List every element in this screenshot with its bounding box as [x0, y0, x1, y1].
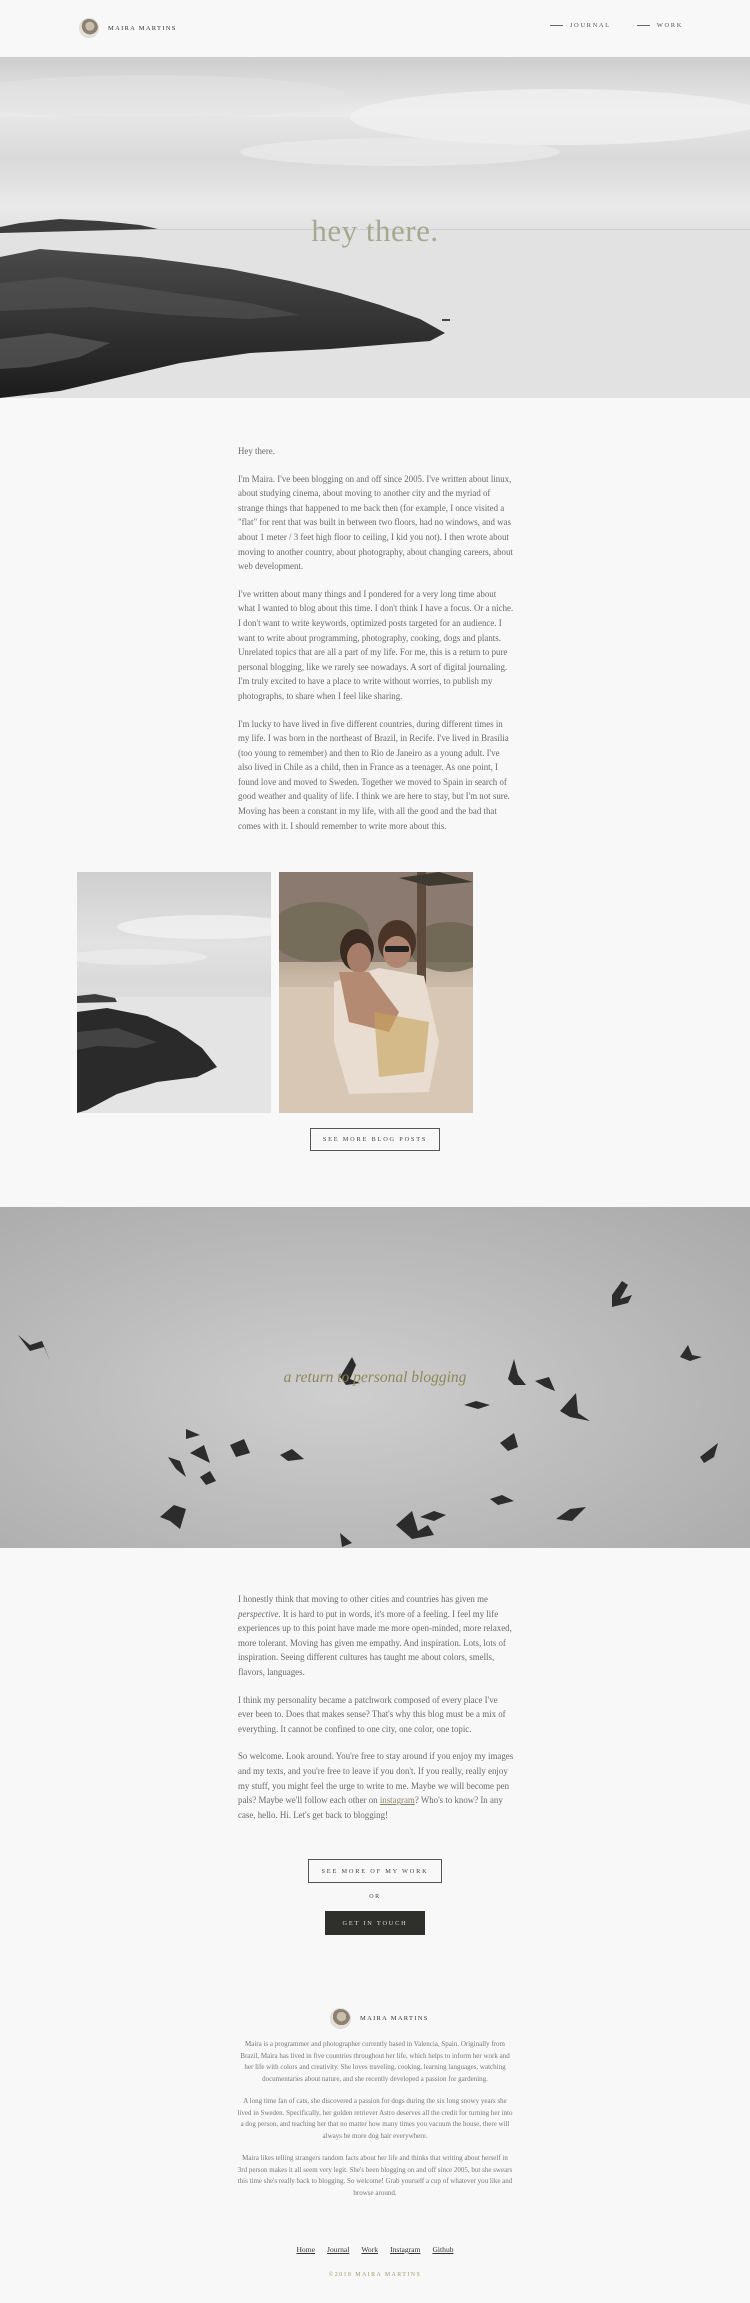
site-logo-link[interactable]: MAIRA MARTINS: [79, 18, 177, 38]
instagram-link[interactable]: instagram: [380, 1795, 415, 1805]
footer-link-work[interactable]: Work: [361, 2245, 378, 2254]
greeting: Hey there.: [238, 446, 275, 456]
see-more-blog-posts-button[interactable]: SEE MORE BLOG POSTS: [310, 1128, 440, 1151]
outro-article: I honestly think that moving to other ci…: [238, 1592, 514, 1835]
couple-image: [279, 872, 473, 1113]
footer-bio: Maira is a programmer and photographer c…: [237, 2039, 513, 2210]
hero-title: hey there.: [311, 213, 439, 248]
paragraph: I've written about many things and I pon…: [238, 588, 514, 701]
paragraph: So welcome. Look around. You're free to …: [238, 1749, 514, 1822]
main-nav: JOURNAL WORK: [549, 22, 683, 29]
footer-logo: MAIRA MARTINS: [330, 2008, 429, 2029]
site-header: MAIRA MARTINS JOURNAL WORK: [0, 0, 750, 57]
hero-image: hey there.: [0, 57, 750, 398]
nav-item-work[interactable]: WORK: [636, 22, 683, 29]
dash-icon: [636, 25, 650, 26]
paragraph: I honestly think that moving to other ci…: [238, 1592, 514, 1680]
dash-icon: [549, 25, 563, 26]
footer-site-name: MAIRA MARTINS: [360, 2015, 429, 2022]
birds-banner: a return to personal blogging: [0, 1207, 750, 1548]
paragraph: I'm Maira. I've been blogging on and off…: [238, 473, 513, 572]
site-name: MAIRA MARTINS: [108, 24, 177, 32]
paragraph: I'm lucky to have lived in five differen…: [238, 718, 510, 831]
nav-label: JOURNAL: [569, 22, 611, 29]
footer-link-journal[interactable]: Journal: [327, 2245, 349, 2254]
footer-links: Home Journal Work Instagram Github: [0, 2245, 750, 2254]
avatar: [330, 2008, 351, 2029]
see-more-work-button[interactable]: SEE MORE OF MY WORK: [308, 1859, 442, 1883]
bio-paragraph: A long time fan of cats, she discovered …: [237, 2097, 513, 2140]
rocks-image: [77, 915, 271, 1113]
birds-title: a return to personal blogging: [283, 1369, 467, 1386]
footer-link-instagram[interactable]: Instagram: [390, 2245, 420, 2254]
intro-article: Hey there. I'm Maira. I've been blogging…: [238, 444, 514, 846]
footer-link-home[interactable]: Home: [296, 2245, 315, 2254]
gallery-photo-rocks: [77, 872, 271, 1113]
nav-item-journal[interactable]: JOURNAL: [549, 22, 611, 29]
avatar: [79, 18, 99, 38]
emphasis: perspective: [238, 1608, 279, 1619]
nav-label: WORK: [656, 22, 683, 29]
text-span: . It is hard to put in words, it's more …: [238, 1608, 512, 1677]
footer-link-github[interactable]: Github: [432, 2245, 453, 2254]
gallery-photo-couple: [279, 872, 473, 1113]
or-divider: OR: [369, 1894, 381, 1900]
get-in-touch-button[interactable]: GET IN TOUCH: [325, 1911, 425, 1935]
bio-paragraph: Maira is a programmer and photographer c…: [240, 2040, 510, 2083]
copyright: ©2018 MAIRA MARTINS: [328, 2272, 422, 2278]
photo-gallery: [77, 872, 473, 1113]
bio-paragraph: Maira likes telling strangers random fac…: [237, 2154, 513, 2197]
paragraph: I think my personality became a patchwor…: [238, 1694, 506, 1734]
text-span: I honestly think that moving to other ci…: [238, 1594, 488, 1604]
